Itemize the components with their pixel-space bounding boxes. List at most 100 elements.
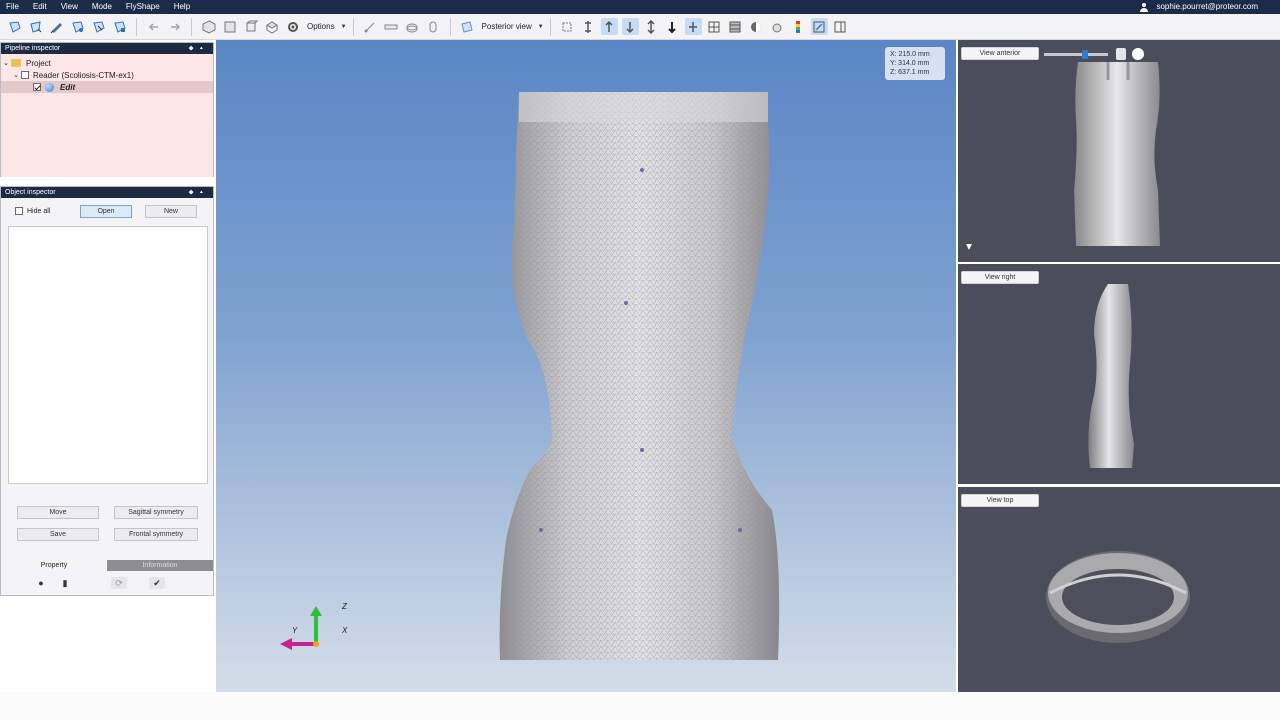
- pipeline-tree: ⌄ Project ⌄ Reader (Scoliosis-CTM-ex1) E…: [1, 54, 213, 177]
- tree-item-edit[interactable]: Edit: [1, 81, 213, 93]
- menu-view[interactable]: View: [55, 0, 86, 14]
- cube-top-icon[interactable]: [263, 18, 280, 35]
- tree-item-project[interactable]: ⌄ Project: [1, 57, 213, 69]
- view-right-panel[interactable]: View right: [958, 264, 1280, 484]
- torso-mesh-model[interactable]: [216, 40, 956, 692]
- cursor-coordinates: X: 215.0 mm Y: 314.0 mm Z: 637.1 mm: [885, 47, 945, 80]
- edit-visibility-checkbox[interactable]: [33, 83, 41, 91]
- apply-check-icon[interactable]: ✔: [149, 577, 165, 589]
- menu-edit[interactable]: Edit: [27, 0, 55, 14]
- tree-label-edit: Edit: [60, 82, 76, 92]
- sagittal-symmetry-button[interactable]: Sagittal symmetry: [114, 506, 198, 519]
- reader-visibility-checkbox[interactable]: [21, 71, 29, 79]
- slice-both-icon[interactable]: [643, 18, 660, 35]
- open-button[interactable]: Open: [80, 205, 132, 218]
- axis-label-y: Y: [292, 626, 298, 635]
- options-gear-icon[interactable]: [284, 18, 301, 35]
- undo-icon[interactable]: [145, 18, 162, 35]
- section-icon[interactable]: [684, 18, 702, 35]
- cut-plane-icon[interactable]: [580, 18, 597, 35]
- options-label[interactable]: Options: [303, 22, 339, 31]
- top-torso-thumbnail: [1046, 551, 1190, 643]
- object-inspector: Object inspector ⬥▴ Hide all Open New Mo…: [0, 186, 214, 596]
- toolbar-separator: [191, 17, 192, 36]
- shading-icon[interactable]: [748, 18, 765, 35]
- chevron-down-icon[interactable]: ▼: [341, 24, 347, 30]
- redo-icon[interactable]: [166, 18, 183, 35]
- help-icon[interactable]: ●: [33, 577, 49, 589]
- inspector-tabs: Property Information: [1, 560, 213, 571]
- trash-icon[interactable]: ▮: [57, 577, 73, 589]
- slice-down-icon[interactable]: [621, 18, 639, 35]
- cube-view-icon[interactable]: [200, 18, 217, 35]
- hide-all-checkbox[interactable]: [15, 207, 23, 215]
- deform-tool-icon[interactable]: [90, 18, 107, 35]
- view-top-panel[interactable]: View top: [958, 487, 1280, 692]
- select-tool-icon[interactable]: [6, 18, 23, 35]
- coord-z: Z: 637.1 mm: [890, 69, 930, 76]
- tab-information[interactable]: Information: [107, 560, 213, 571]
- move-button[interactable]: Move: [17, 506, 99, 519]
- sphere-icon[interactable]: [769, 18, 786, 35]
- object-inspector-title: Object inspector ⬥▴: [1, 187, 213, 198]
- object-inspector-controls: Hide all Open New: [1, 198, 213, 224]
- menu-help[interactable]: Help: [168, 0, 198, 14]
- new-button[interactable]: New: [145, 205, 197, 218]
- chevron-down-icon[interactable]: ▼: [538, 24, 544, 30]
- fit-view-icon[interactable]: [559, 18, 576, 35]
- view-anterior-panel[interactable]: View anterior: [958, 40, 1280, 262]
- cylinder-icon[interactable]: [425, 18, 442, 35]
- texture-icon[interactable]: [727, 18, 744, 35]
- smooth-tool-icon[interactable]: [69, 18, 86, 35]
- save-button[interactable]: Save: [17, 528, 99, 541]
- tree-item-reader[interactable]: ⌄ Reader (Scoliosis-CTM-ex1): [1, 69, 213, 81]
- refresh-icon[interactable]: ⟳: [111, 577, 127, 589]
- panel-title-text: Pipeline inspector: [5, 45, 61, 52]
- lasso-tool-icon[interactable]: [27, 18, 44, 35]
- status-area: [0, 692, 1280, 720]
- globe-icon: [45, 82, 54, 92]
- user-email: sophie.pourret@proteor.com: [1156, 2, 1258, 11]
- toolbar: Options ▼ Posterior view ▼: [0, 14, 1280, 40]
- tree-label-reader: Reader (Scoliosis-CTM-ex1): [33, 70, 134, 80]
- menu-mode[interactable]: Mode: [86, 0, 120, 14]
- pipeline-inspector-title: Pipeline inspector ⬥▴: [1, 43, 213, 54]
- collapse-icon[interactable]: ⌄: [1, 59, 11, 67]
- color-map-icon[interactable]: [790, 18, 807, 35]
- collapse-icon[interactable]: ⌄: [11, 71, 21, 79]
- panel-pin-icon[interactable]: ⬥▴: [189, 43, 209, 54]
- circumference-icon[interactable]: [404, 18, 421, 35]
- axis-label-z: Z: [342, 602, 347, 611]
- patch-tool-icon[interactable]: [111, 18, 128, 35]
- menu-flyshape[interactable]: FlyShape: [120, 0, 168, 14]
- measure-point-icon[interactable]: [362, 18, 379, 35]
- cube-side-icon[interactable]: [242, 18, 259, 35]
- ruler-icon[interactable]: [383, 18, 400, 35]
- tree-label-project: Project: [26, 58, 51, 68]
- coord-x: X: 215.0 mm: [890, 51, 930, 58]
- object-list[interactable]: [8, 226, 208, 484]
- inspector-iconbar: ● ▮ ⟳ ✔: [1, 571, 213, 595]
- user-account[interactable]: sophie.pourret@proteor.com: [1140, 0, 1258, 14]
- tab-property[interactable]: Property: [1, 560, 107, 571]
- menu-bar: File Edit View Mode FlyShape Help sophie…: [0, 0, 1280, 14]
- menu-file[interactable]: File: [0, 0, 27, 14]
- hide-all-label[interactable]: Hide all: [27, 208, 50, 215]
- grid-icon[interactable]: [706, 18, 723, 35]
- main-3d-viewport[interactable]: X: 215.0 mm Y: 314.0 mm Z: 637.1 mm Z Y …: [216, 40, 956, 692]
- measure-edit-icon[interactable]: [810, 18, 828, 35]
- toolbar-separator: [352, 17, 354, 36]
- panel-title-text: Object inspector: [5, 189, 56, 196]
- view-dropdown[interactable]: Posterior view: [478, 22, 536, 31]
- panel-pin-icon[interactable]: ⬥▴: [189, 187, 209, 198]
- orientation-axes: Z Y X: [276, 600, 356, 660]
- pipeline-inspector: Pipeline inspector ⬥▴ ⌄ Project ⌄ Reader…: [0, 42, 214, 177]
- pencil-tool-icon[interactable]: [48, 18, 65, 35]
- arrow-updown-icon[interactable]: [664, 18, 681, 35]
- slice-up-icon[interactable]: [600, 18, 618, 35]
- toolbar-separator: [549, 17, 551, 36]
- layout-icon[interactable]: [832, 18, 849, 35]
- cube-front-icon[interactable]: [221, 18, 238, 35]
- frontal-symmetry-button[interactable]: Frontal symmetry: [114, 528, 198, 541]
- camera-view-icon[interactable]: [459, 18, 476, 35]
